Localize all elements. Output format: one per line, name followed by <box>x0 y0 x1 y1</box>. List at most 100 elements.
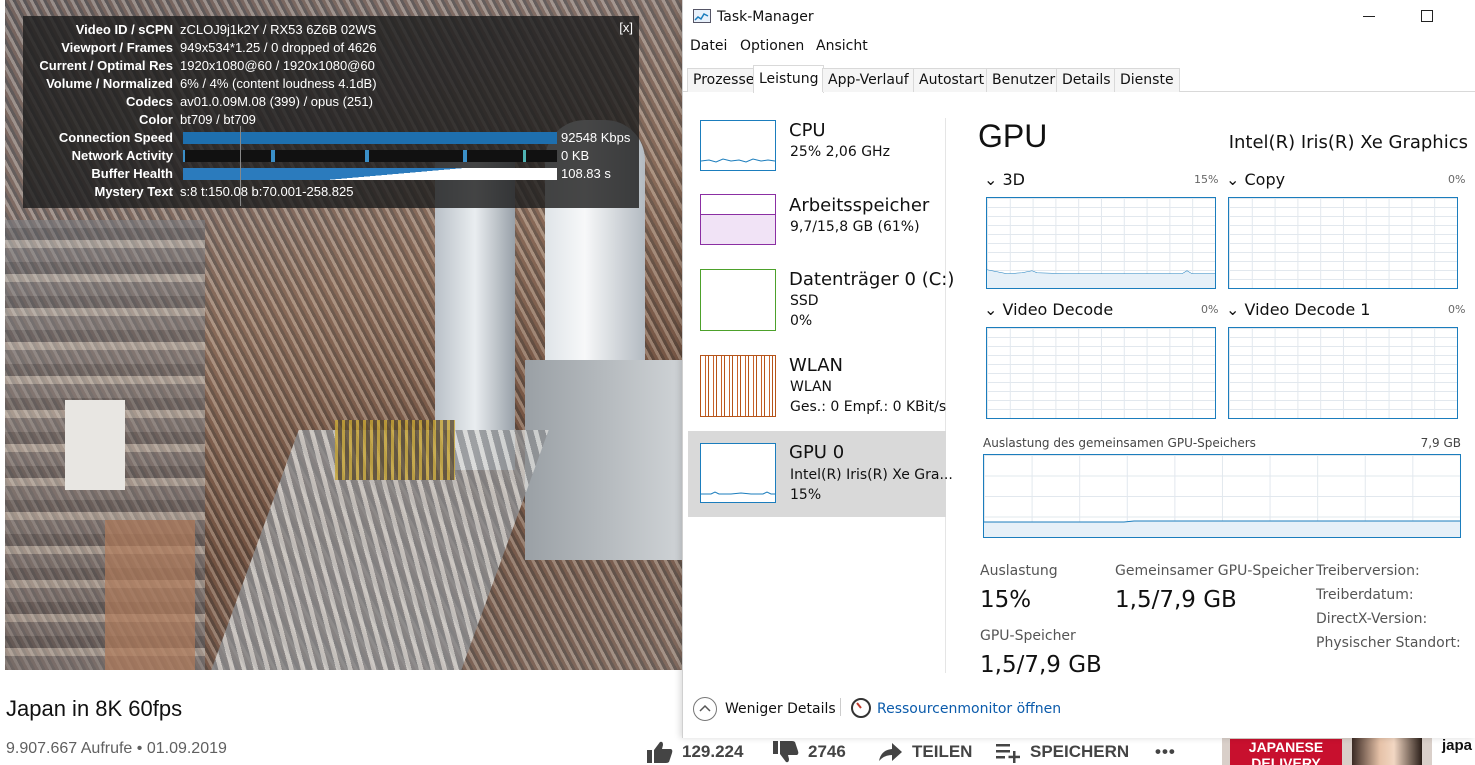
dislike-button[interactable]: 2746 <box>772 738 846 765</box>
resource-detail-2: 15% <box>790 487 822 503</box>
engine-selector-copy[interactable]: ⌄ Copy <box>1226 170 1285 189</box>
resource-memory[interactable]: Arbeitsspeicher 9,7/15,8 GB (61%) <box>688 193 946 277</box>
shared-memory-graph <box>983 454 1461 538</box>
stats-label: Network Activity <box>71 148 173 163</box>
save-button[interactable]: SPEICHERN <box>994 738 1129 765</box>
driver-date-label: Treiberdatum: <box>1316 587 1414 603</box>
stats-label: Color <box>139 112 173 127</box>
thumbnail-image <box>1352 738 1422 765</box>
menu-datei[interactable]: Datei <box>690 38 727 54</box>
like-count: 129.224 <box>682 742 744 761</box>
utilization-value: 15% <box>980 587 1032 613</box>
resource-cpu[interactable]: CPU 25% 2,06 GHz <box>688 118 946 202</box>
tab-autostart[interactable]: Autostart <box>913 68 991 92</box>
engine-label: Copy <box>1244 170 1286 189</box>
thumbs-down-icon <box>773 741 799 763</box>
engine-graph-video-decode-1 <box>1228 327 1458 419</box>
gpu-memory-label: GPU-Speicher <box>980 628 1076 644</box>
resource-detail-2: Ges.: 0 Empf.: 0 KBit/s <box>790 399 947 415</box>
video-player[interactable]: [x] Video ID / sCPN zCLOJ9j1k2Y / RX53 6Z… <box>5 0 682 670</box>
tab-prozesse[interactable]: Prozesse <box>687 68 761 92</box>
stats-value: 0 KB <box>561 148 590 163</box>
engine-percent: 0% <box>1448 303 1466 316</box>
save-label: SPEICHERN <box>1030 742 1130 761</box>
dislike-count: 2746 <box>808 742 846 761</box>
resource-gpu[interactable]: GPU 0 Intel(R) Iris(R) Xe Gra... 15% <box>688 431 953 517</box>
footer: Weniger Details Ressourcenmonitor öffnen <box>683 688 1475 728</box>
stats-value: zCLOJ9j1k2Y / RX53 6Z6B 02WS <box>180 22 377 37</box>
shared-gpu-memory-label: Gemeinsamer GPU-Speicher <box>1115 563 1314 579</box>
resource-detail: Intel(R) Iris(R) Xe Gra... <box>790 467 953 483</box>
disk-mini-graph <box>700 269 776 331</box>
resource-wlan[interactable]: WLAN WLAN Ges.: 0 Empf.: 0 KBit/s <box>688 355 946 439</box>
engine-label: Video Decode 1 <box>1244 300 1371 319</box>
shared-memory-graph-max: 7,9 GB <box>1420 436 1461 450</box>
stats-label: Connection Speed <box>58 130 173 145</box>
engine-percent: 15% <box>1194 173 1219 186</box>
window-title: Task-Manager <box>717 9 814 25</box>
gpu-heading: GPU <box>978 118 1048 154</box>
tab-benutzer[interactable]: Benutzer <box>986 68 1062 92</box>
stats-label: Video ID / sCPN <box>75 22 173 37</box>
title-bar[interactable]: Task-Manager <box>683 0 1475 34</box>
resource-disk[interactable]: Datenträger 0 (C:) SSD 0% <box>688 269 954 353</box>
engine-graph-3d <box>986 197 1216 289</box>
stats-label: Mystery Text <box>94 184 173 199</box>
resource-detail: 9,7/15,8 GB (61%) <box>790 219 920 235</box>
resource-name: Datenträger 0 (C:) <box>789 269 955 290</box>
tab-details[interactable]: Details <box>1056 68 1117 92</box>
memory-mini-graph <box>700 194 776 245</box>
engine-selector-video-decode-1[interactable]: ⌄ Video Decode 1 <box>1226 300 1370 319</box>
tab-leistung[interactable]: Leistung <box>753 65 825 93</box>
task-manager-icon <box>693 9 711 23</box>
stats-row: Connection Speed 92548 Kbps <box>23 129 639 147</box>
more-actions-button[interactable]: ••• <box>1155 738 1176 765</box>
footer-divider <box>840 698 841 716</box>
thumbs-up-icon <box>647 741 673 763</box>
engine-selector-video-decode[interactable]: ⌄ Video Decode <box>984 300 1113 319</box>
menu-optionen[interactable]: Optionen <box>740 38 804 54</box>
engine-percent: 0% <box>1201 303 1219 316</box>
gpu-detail-panel: GPU Intel(R) Iris(R) Xe Graphics ⌄ 3D 15… <box>978 118 1468 688</box>
engine-selector-3d[interactable]: ⌄ 3D <box>984 170 1025 189</box>
minimize-button[interactable] <box>1363 16 1375 17</box>
maximize-button[interactable] <box>1421 10 1433 22</box>
resource-monitor-icon <box>851 698 871 718</box>
task-manager-window: Task-Manager Datei Optionen Ansicht Proz… <box>682 0 1475 738</box>
stats-value: 108.83 s <box>561 166 611 181</box>
stats-value: 949x534*1.25 / 0 dropped of 4626 <box>180 40 377 55</box>
stats-close-button[interactable]: [x] <box>619 20 633 35</box>
tab-app-verlauf[interactable]: App-Verlauf <box>822 68 915 92</box>
stats-label: Buffer Health <box>91 166 173 181</box>
recommended-video-title[interactable]: japa <box>1442 737 1472 754</box>
share-button[interactable]: TEILEN <box>876 738 972 765</box>
driver-version-label: Treiberversion: <box>1316 563 1420 579</box>
video-title: Japan in 8K 60fps <box>6 696 183 721</box>
stats-row: Network Activity 0 KB <box>23 147 639 165</box>
resource-detail: WLAN <box>790 379 833 395</box>
fewer-details-label[interactable]: Weniger Details <box>725 701 836 717</box>
thumbnail-caption: JAPANESE DELIVERY <box>1230 739 1342 765</box>
gpu-model: Intel(R) Iris(R) Xe Graphics <box>1228 132 1468 153</box>
stats-marker-line <box>240 126 241 206</box>
open-resource-monitor-link[interactable]: Ressourcenmonitor öffnen <box>877 701 1061 717</box>
stats-label: Current / Optimal Res <box>39 58 173 73</box>
fewer-details-button[interactable] <box>693 697 717 721</box>
tab-dienste[interactable]: Dienste <box>1114 68 1180 92</box>
like-button[interactable]: 129.224 <box>646 738 743 765</box>
engine-label: Video Decode <box>1002 300 1114 319</box>
video-meta: 9.907.667 Aufrufe • 01.09.2019 <box>6 740 227 757</box>
resource-detail-2: 0% <box>790 313 813 329</box>
resource-detail: SSD <box>790 293 819 309</box>
gpu-memory-value: 1,5/7,9 GB <box>980 652 1102 678</box>
engine-graph-copy <box>1228 197 1458 289</box>
recommended-video-thumbnail[interactable]: JAPANESE DELIVERY <box>1222 738 1432 765</box>
shared-gpu-memory-value: 1,5/7,9 GB <box>1115 587 1237 613</box>
engine-label: 3D <box>1002 170 1026 189</box>
stats-for-nerds-panel: [x] Video ID / sCPN zCLOJ9j1k2Y / RX53 6Z… <box>23 16 639 208</box>
stats-value: 6% / 4% (content loudness 4.1dB) <box>180 76 377 91</box>
engine-percent: 0% <box>1448 173 1466 186</box>
stats-value: bt709 / bt709 <box>180 112 256 127</box>
menu-ansicht[interactable]: Ansicht <box>816 38 868 54</box>
gpu-mini-graph <box>700 443 776 503</box>
